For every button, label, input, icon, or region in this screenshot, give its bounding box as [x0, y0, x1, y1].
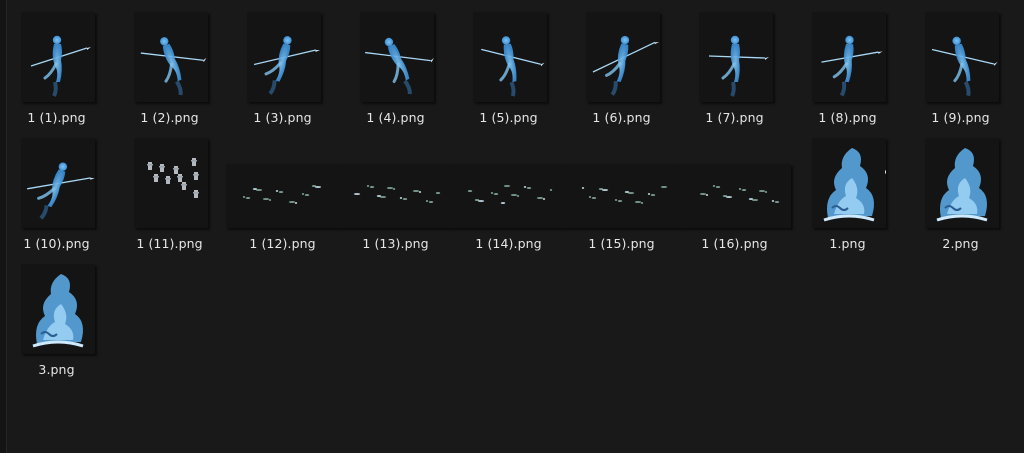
- file-item[interactable]: 1 (5).png: [452, 2, 565, 128]
- file-thumbnail[interactable]: [360, 12, 434, 102]
- file-thumbnail[interactable]: [226, 164, 339, 228]
- file-thumbnail[interactable]: [21, 138, 95, 228]
- file-item[interactable]: 1 (6).png: [565, 2, 678, 128]
- file-item[interactable]: 1 (10).png: [0, 128, 113, 254]
- file-name-label[interactable]: 1 (16).png: [678, 236, 791, 251]
- file-item[interactable]: 1 (4).png: [339, 2, 452, 128]
- file-item[interactable]: 1 (16).png: [678, 128, 791, 254]
- file-item[interactable]: 1 (3).png: [226, 2, 339, 128]
- file-name-label[interactable]: 1 (5).png: [452, 110, 565, 125]
- file-name-label[interactable]: 1.png: [791, 236, 904, 251]
- file-thumbnail[interactable]: [925, 12, 999, 102]
- file-name-label[interactable]: 1 (12).png: [226, 236, 339, 251]
- file-name-label[interactable]: 1 (4).png: [339, 110, 452, 125]
- file-item[interactable]: 1 (2).png: [113, 2, 226, 128]
- file-name-label[interactable]: 1 (10).png: [0, 236, 113, 251]
- file-item[interactable]: 1 (9).png: [904, 2, 1017, 128]
- file-name-label[interactable]: 3.png: [0, 362, 113, 377]
- file-thumbnail[interactable]: [339, 164, 452, 228]
- file-name-label[interactable]: 1 (13).png: [339, 236, 452, 251]
- file-item[interactable]: 1 (8).png: [791, 2, 904, 128]
- file-name-label[interactable]: 1 (8).png: [791, 110, 904, 125]
- file-thumbnail[interactable]: [134, 12, 208, 102]
- file-thumbnail[interactable]: [473, 12, 547, 102]
- file-thumbnail[interactable]: [586, 12, 660, 102]
- file-thumbnail[interactable]: [925, 138, 999, 228]
- file-thumbnail[interactable]: [134, 138, 208, 228]
- file-thumbnail[interactable]: [678, 164, 791, 228]
- file-item[interactable]: 2.png: [904, 128, 1017, 254]
- file-name-label[interactable]: 1 (1).png: [0, 110, 113, 125]
- file-thumbnail[interactable]: [812, 12, 886, 102]
- file-name-label[interactable]: 1 (7).png: [678, 110, 791, 125]
- file-thumbnail[interactable]: [452, 164, 565, 228]
- file-thumbnail[interactable]: [812, 138, 886, 228]
- file-item[interactable]: 1 (14).png: [452, 128, 565, 254]
- file-thumbnail[interactable]: [21, 264, 95, 354]
- file-item[interactable]: 1 (7).png: [678, 2, 791, 128]
- file-name-label[interactable]: 1 (11).png: [113, 236, 226, 251]
- file-name-label[interactable]: 1 (6).png: [565, 110, 678, 125]
- file-name-label[interactable]: 1 (2).png: [113, 110, 226, 125]
- file-item[interactable]: 1 (1).png: [0, 2, 113, 128]
- file-item[interactable]: 3.png: [0, 254, 113, 380]
- file-name-label[interactable]: 1 (15).png: [565, 236, 678, 251]
- file-name-label[interactable]: 1 (3).png: [226, 110, 339, 125]
- file-name-label[interactable]: 1 (9).png: [904, 110, 1017, 125]
- file-thumbnail[interactable]: [21, 12, 95, 102]
- file-item[interactable]: 1 (13).png: [339, 128, 452, 254]
- file-item[interactable]: 1.png: [791, 128, 904, 254]
- file-name-label[interactable]: 1 (14).png: [452, 236, 565, 251]
- file-item[interactable]: 1 (12).png: [226, 128, 339, 254]
- file-thumbnail[interactable]: [565, 164, 678, 228]
- file-thumbnail[interactable]: [247, 12, 321, 102]
- file-grid: 1 (1).png 1 (2).png 1 (3).png 1 (4).png …: [0, 0, 1024, 453]
- file-name-label[interactable]: 2.png: [904, 236, 1017, 251]
- file-thumbnail[interactable]: [699, 12, 773, 102]
- file-item[interactable]: 1 (15).png: [565, 128, 678, 254]
- file-item[interactable]: 1 (11).png: [113, 128, 226, 254]
